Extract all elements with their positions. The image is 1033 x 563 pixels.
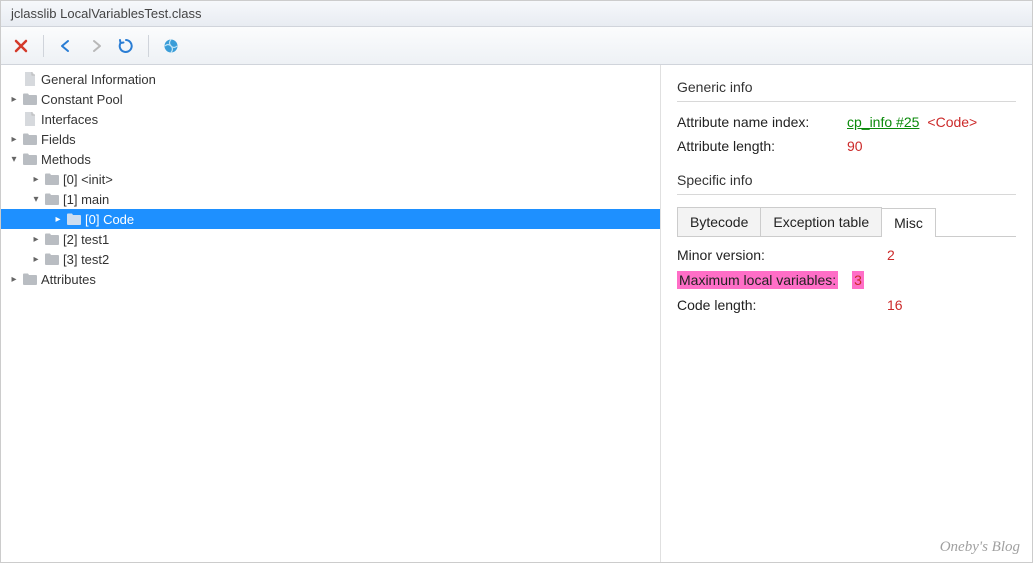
tree-item-label: Constant Pool [41, 92, 123, 107]
tree-item-label: Attributes [41, 272, 96, 287]
code-length-row: Code length: 16 [677, 297, 1016, 313]
toolbar-separator [148, 35, 149, 57]
globe-button[interactable] [159, 34, 183, 58]
window-title: jclasslib LocalVariablesTest.class [11, 6, 202, 21]
specific-info-title: Specific info [677, 172, 1016, 188]
attr-name-row: Attribute name index: cp_info #25 <Code> [677, 114, 1016, 130]
chevron-down-icon[interactable]: ▾ [29, 194, 43, 205]
forward-arrow-icon [88, 38, 104, 54]
minor-version-label: Minor version: [677, 247, 887, 263]
tree-item-label: Interfaces [41, 112, 98, 127]
tree-general-information[interactable]: ▸General Information [1, 69, 660, 89]
tree-item-label: [1] main [63, 192, 109, 207]
close-icon [13, 38, 29, 54]
tree-methods[interactable]: ▾ Methods [1, 149, 660, 169]
tree-method-1-main[interactable]: ▾ [1] main [1, 189, 660, 209]
tree-fields[interactable]: ▸ Fields [1, 129, 660, 149]
toolbar-separator [43, 35, 44, 57]
tree-panel[interactable]: ▸General Information▸Constant Pool▸Inter… [1, 65, 661, 562]
tree-item-label: General Information [41, 72, 156, 87]
tab-misc[interactable]: Misc [881, 208, 936, 237]
folder-icon [21, 132, 39, 146]
tree-method-2-test1[interactable]: ▸ [2] test1 [1, 229, 660, 249]
folder-icon [43, 252, 61, 266]
divider [677, 194, 1016, 195]
tree-constant-pool[interactable]: ▸ Constant Pool [1, 89, 660, 109]
tabs: Bytecode Exception table Misc [677, 207, 1016, 237]
code-length-value: 16 [887, 297, 903, 313]
tree-item-label: Methods [41, 152, 91, 167]
max-local-vars-label: Maximum local variables: [677, 271, 838, 289]
chevron-right-icon[interactable]: ▸ [29, 234, 43, 245]
chevron-right-icon[interactable]: ▸ [51, 214, 65, 225]
file-icon [21, 111, 39, 127]
max-local-vars-row: Maximum local variables: 3 [677, 271, 1016, 289]
tree-interfaces[interactable]: ▸Interfaces [1, 109, 660, 129]
toolbar [1, 27, 1032, 65]
folder-icon [21, 152, 39, 166]
folder-icon [21, 272, 39, 286]
divider [677, 101, 1016, 102]
back-button[interactable] [54, 34, 78, 58]
folder-icon [43, 172, 61, 186]
file-icon [21, 71, 39, 87]
folder-icon [21, 92, 39, 106]
tab-bytecode[interactable]: Bytecode [677, 207, 761, 236]
minor-version-row: Minor version: 2 [677, 247, 1016, 263]
tree-method-1-main-code[interactable]: ▸ [0] Code [1, 209, 660, 229]
attr-name-link[interactable]: cp_info #25 [847, 114, 919, 130]
tree-method-0-init[interactable]: ▸ [0] <init> [1, 169, 660, 189]
chevron-down-icon[interactable]: ▾ [7, 154, 21, 165]
attr-name-tag: <Code> [927, 114, 977, 130]
tree-item-label: [3] test2 [63, 252, 109, 267]
watermark: Oneby's Blog [940, 539, 1020, 556]
splitter-grip[interactable] [661, 314, 663, 354]
attr-length-label: Attribute length: [677, 138, 847, 154]
back-arrow-icon [58, 38, 74, 54]
refresh-button[interactable] [114, 34, 138, 58]
attr-name-label: Attribute name index: [677, 114, 847, 130]
attr-length-row: Attribute length: 90 [677, 138, 1016, 154]
code-length-label: Code length: [677, 297, 887, 313]
tree-item-label: [2] test1 [63, 232, 109, 247]
close-button[interactable] [9, 34, 33, 58]
tree-item-label: [0] Code [85, 212, 134, 227]
folder-icon [43, 232, 61, 246]
chevron-right-icon[interactable]: ▸ [7, 274, 21, 285]
chevron-right-icon[interactable]: ▸ [7, 94, 21, 105]
globe-icon [163, 38, 179, 54]
tree-item-label: Fields [41, 132, 76, 147]
folder-icon [65, 212, 83, 226]
chevron-right-icon[interactable]: ▸ [29, 254, 43, 265]
max-local-vars-value: 3 [852, 271, 864, 289]
main-area: ▸General Information▸Constant Pool▸Inter… [1, 65, 1032, 562]
chevron-right-icon[interactable]: ▸ [7, 134, 21, 145]
chevron-right-icon[interactable]: ▸ [29, 174, 43, 185]
folder-icon [43, 192, 61, 206]
detail-panel: Generic info Attribute name index: cp_in… [661, 65, 1032, 562]
attr-length-value: 90 [847, 138, 863, 154]
titlebar: jclasslib LocalVariablesTest.class [1, 1, 1032, 27]
tree-item-label: [0] <init> [63, 172, 113, 187]
tree-method-3-test2[interactable]: ▸ [3] test2 [1, 249, 660, 269]
forward-button[interactable] [84, 34, 108, 58]
generic-info-title: Generic info [677, 79, 1016, 95]
refresh-icon [117, 37, 135, 55]
minor-version-value: 2 [887, 247, 895, 263]
tab-exception-table[interactable]: Exception table [760, 207, 882, 236]
tree-attributes[interactable]: ▸ Attributes [1, 269, 660, 289]
